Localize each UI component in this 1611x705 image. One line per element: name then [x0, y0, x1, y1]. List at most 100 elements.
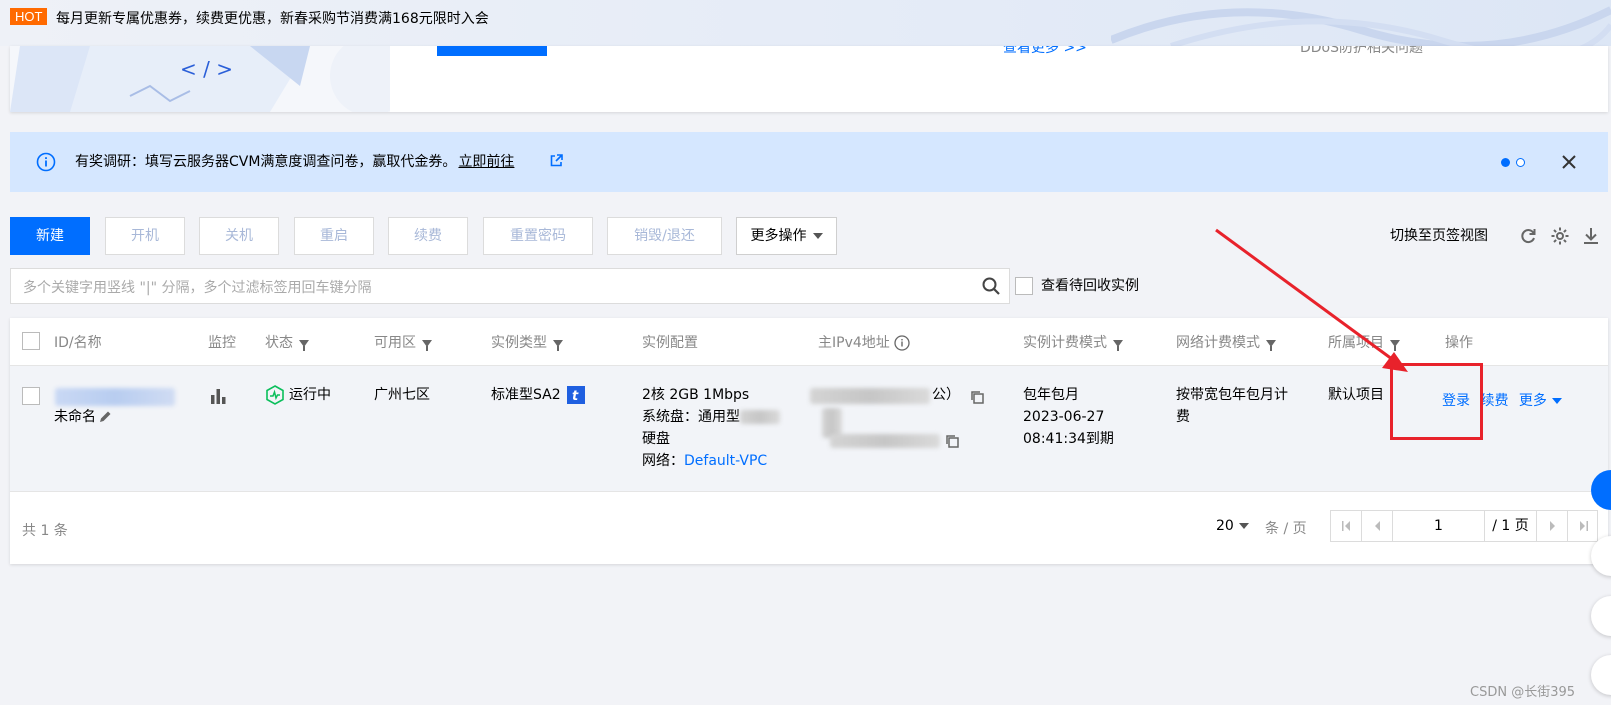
download-icon[interactable] — [1581, 226, 1601, 246]
col-zone[interactable]: 可用区 — [374, 332, 432, 352]
search-placeholder: 多个关键字用竖线 "|" 分隔，多个过滤标签用回车键分隔 — [23, 280, 372, 296]
expiry-time: 08:41:34到期 — [1023, 431, 1114, 447]
instance-name: 未命名 — [54, 406, 112, 428]
more-actions-dropdown[interactable]: 更多操作 — [736, 217, 837, 255]
svg-text:t: t — [572, 389, 579, 404]
col-billing[interactable]: 实例计费模式 — [1023, 332, 1123, 352]
total-count: 共 1 条 — [22, 523, 68, 539]
col-ipv4-label: 主IPv4地址 — [818, 335, 890, 351]
view-more-link[interactable]: 查看更多 >> — [1003, 46, 1087, 57]
switch-view-link[interactable]: 切换至页签视图 — [1390, 225, 1488, 245]
status-label: 运行中 — [289, 387, 331, 403]
project-cell: 默认项目 — [1328, 387, 1384, 403]
renew-action[interactable]: 续费 — [1480, 393, 1508, 409]
banner-decoration — [1111, 6, 1611, 46]
carousel-dots[interactable] — [1501, 158, 1531, 174]
info-icon[interactable] — [894, 335, 910, 351]
faq-link[interactable]: DDoS防护相关问题 — [1300, 46, 1423, 57]
disk-size-redacted — [740, 410, 780, 424]
last-page-icon — [1580, 521, 1588, 531]
overview-card: < / > 查看更多 >> DDoS防护相关问题 — [10, 46, 1608, 112]
public-ip-redacted[interactable] — [810, 388, 930, 404]
select-all-checkbox[interactable] — [22, 332, 40, 350]
page-size-select[interactable]: 20 — [1216, 518, 1249, 534]
col-monitor: 监控 — [208, 335, 236, 351]
more-action[interactable]: 更多 — [1519, 393, 1562, 409]
restart-button[interactable]: 重启 — [294, 217, 374, 255]
more-action-label: 更多 — [1518, 393, 1547, 409]
reset-password-button[interactable]: 重置密码 — [483, 217, 593, 255]
private-ip-redacted[interactable] — [830, 434, 940, 448]
recycle-checkbox[interactable] — [1015, 277, 1033, 295]
edit-icon[interactable] — [98, 410, 112, 424]
page-size-value: 20 — [1216, 518, 1234, 534]
chevron-down-icon — [1238, 523, 1249, 529]
network-billing-line1: 按带宽包年包月计 — [1176, 387, 1288, 403]
next-page-button[interactable] — [1537, 511, 1568, 541]
carousel-dot-1[interactable] — [1501, 158, 1510, 167]
refresh-icon[interactable] — [1518, 226, 1538, 246]
hot-badge: HOT — [10, 8, 48, 25]
first-page-icon — [1342, 521, 1350, 531]
promo-banner[interactable]: HOT 每月更新专属优惠券，续费更优惠，新春采购节消费满168元限时入会 — [0, 0, 1611, 46]
code-illustration: < / > — [10, 46, 390, 112]
turbo-badge-icon: t — [566, 386, 585, 404]
filter-icon[interactable] — [1113, 339, 1123, 351]
table-row[interactable]: 未命名 运行中 广州七区 标准型SA2 t 2核 2GB 1Mbps 系统盘：通用… — [10, 366, 1608, 492]
page-input[interactable]: 1 — [1393, 511, 1485, 541]
renew-button[interactable]: 续费 — [388, 217, 468, 255]
float-feedback-button[interactable] — [1591, 596, 1611, 636]
stop-button[interactable]: 关机 — [199, 217, 279, 255]
config-spec: 2核 2GB 1Mbps — [642, 387, 750, 403]
start-button[interactable]: 开机 — [105, 217, 185, 255]
col-instance-type-label: 实例类型 — [491, 335, 547, 351]
settings-icon[interactable] — [1550, 226, 1570, 246]
search-icon[interactable] — [981, 276, 1001, 296]
filter-icon[interactable] — [1390, 339, 1400, 351]
create-button[interactable]: 新建 — [10, 217, 90, 255]
table-footer: 共 1 条 20 条 / 页 1 / 1 页 — [10, 492, 1608, 564]
instance-table: ID/名称 监控 状态 可用区 实例类型 实例配置 主IPv4地址 实例计费模式… — [10, 318, 1608, 564]
row-checkbox[interactable] — [22, 387, 40, 405]
col-project[interactable]: 所属项目 — [1328, 332, 1400, 352]
config-disk-type: 硬盘 — [642, 431, 670, 447]
recycle-filter[interactable]: 查看待回收实例 — [1015, 275, 1139, 295]
carousel-dot-2[interactable] — [1516, 158, 1525, 167]
config-disk: 系统盘：通用型 — [642, 406, 780, 428]
search-input[interactable]: 多个关键字用竖线 "|" 分隔，多个过滤标签用回车键分隔 — [10, 268, 1010, 304]
destroy-button[interactable]: 销毁/退还 — [607, 217, 722, 255]
running-status-icon — [266, 385, 284, 405]
col-network-billing[interactable]: 网络计费模式 — [1176, 332, 1276, 352]
watermark: CSDN @长街395 — [1470, 685, 1576, 700]
prev-page-button[interactable] — [1362, 511, 1393, 541]
instance-type-cell: 标准型SA2 t — [491, 384, 585, 406]
copy-icon[interactable] — [945, 434, 959, 448]
col-network-billing-label: 网络计费模式 — [1176, 335, 1260, 351]
close-icon[interactable] — [1559, 152, 1579, 172]
instance-id-redacted[interactable] — [55, 388, 175, 406]
col-zone-label: 可用区 — [374, 335, 416, 351]
filter-icon[interactable] — [299, 339, 309, 351]
monitor-chart-icon[interactable] — [208, 386, 228, 406]
col-project-label: 所属项目 — [1328, 335, 1384, 351]
float-more-button[interactable] — [1591, 655, 1611, 695]
notice-link[interactable]: 立即前往 — [458, 154, 514, 170]
more-actions-label: 更多操作 — [750, 228, 807, 244]
col-status[interactable]: 状态 — [265, 332, 309, 352]
filter-icon[interactable] — [1266, 339, 1276, 351]
filter-icon[interactable] — [422, 339, 432, 351]
total-pages: / 1 页 — [1485, 511, 1537, 541]
vpc-link[interactable]: Default-VPC — [684, 453, 767, 469]
first-page-button[interactable] — [1331, 511, 1362, 541]
billing-cell: 包年包月 2023-06-27 08:41:34到期 — [1023, 384, 1114, 450]
copy-icon[interactable] — [970, 390, 984, 404]
notice-bar: 有奖调研：填写云服务器CVM满意度调查问卷，赢取代金券。 立即前往 — [10, 132, 1608, 192]
network-billing-line2: 费 — [1176, 409, 1190, 425]
filter-icon[interactable] — [553, 339, 563, 351]
instance-name-label: 未命名 — [54, 409, 96, 425]
promo-text[interactable]: 每月更新专属优惠券，续费更优惠，新春采购节消费满168元限时入会 — [56, 8, 489, 28]
primary-action-button[interactable] — [437, 46, 547, 56]
col-instance-type[interactable]: 实例类型 — [491, 332, 563, 352]
last-page-button[interactable] — [1568, 511, 1599, 541]
external-link-icon[interactable] — [550, 154, 563, 167]
